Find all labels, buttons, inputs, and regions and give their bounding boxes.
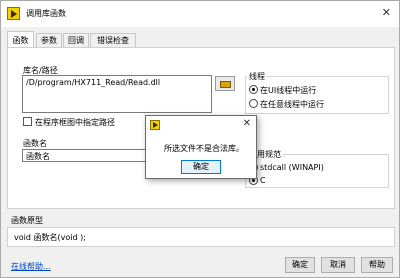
title-bar: 调用库函数 ✕ xyxy=(1,1,399,27)
alert-message: 所选文件不是合法库。 xyxy=(164,144,244,153)
function-name-input[interactable]: 函数名 xyxy=(22,149,150,162)
tab-callbacks[interactable]: 回调 xyxy=(63,33,89,48)
ok-button[interactable]: 确定 xyxy=(285,257,315,273)
close-icon[interactable]: ✕ xyxy=(382,6,391,19)
labview-icon xyxy=(7,7,20,20)
help-button[interactable]: 帮助 xyxy=(361,257,393,273)
thread-label: 线程 xyxy=(247,71,267,82)
close-icon[interactable]: ✕ xyxy=(243,118,251,129)
alert-ok-button[interactable]: 确定 xyxy=(181,160,221,174)
tab-function[interactable]: 函数 xyxy=(7,31,34,48)
invalid-library-alert: ✕ 所选文件不是合法库。 确定 xyxy=(145,115,257,179)
function-name-label: 函数名 xyxy=(23,139,47,148)
tab-parameters[interactable]: 参数 xyxy=(36,33,62,48)
labview-icon xyxy=(150,120,160,130)
thread-any-label: 在任意线程中运行 xyxy=(260,100,324,109)
folder-icon xyxy=(220,81,231,88)
window-title: 调用库函数 xyxy=(26,9,66,18)
convention-c-label: C xyxy=(260,176,266,185)
tab-error-checking[interactable]: 错误检查 xyxy=(90,33,136,48)
prototype-label: 函数原型 xyxy=(11,216,43,225)
cancel-button[interactable]: 取消 xyxy=(321,257,355,273)
thread-ui-label: 在UI线程中运行 xyxy=(260,86,317,95)
prototype-display: void 函数名(void ); xyxy=(7,227,395,247)
specify-path-checkbox[interactable] xyxy=(23,117,32,126)
alert-title-bar: ✕ xyxy=(146,116,256,134)
thread-any-radio[interactable] xyxy=(249,99,258,108)
browse-button[interactable] xyxy=(215,76,235,91)
online-help-link[interactable]: 在线帮助... xyxy=(11,261,51,272)
library-path-input[interactable]: /D/program/HX711_Read/Read.dll xyxy=(22,75,212,113)
convention-stdcall-label: stdcall (WINAPI) xyxy=(260,163,324,172)
thread-ui-radio[interactable] xyxy=(249,85,258,94)
specify-path-label: 在程序框图中指定路径 xyxy=(35,118,115,127)
